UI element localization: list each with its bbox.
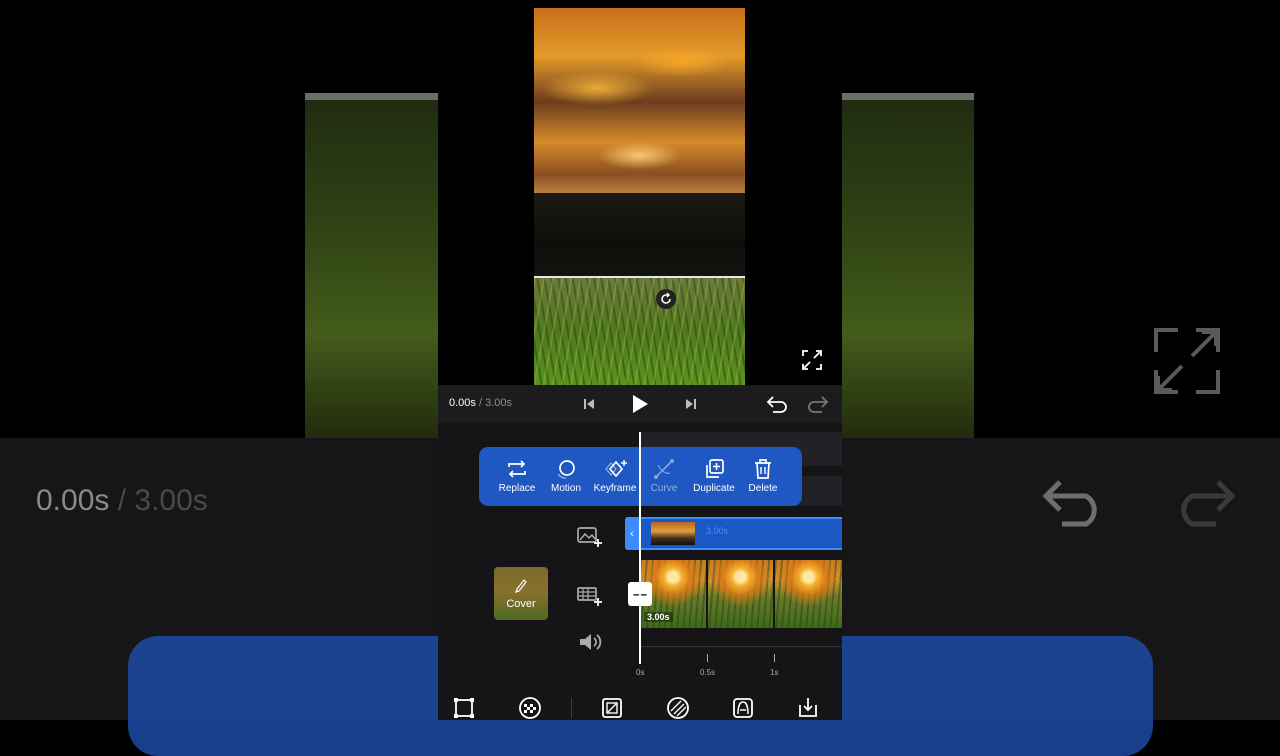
time-readout: 0.00s / 3.00s	[449, 397, 512, 409]
overlay-duration: 3.00s	[706, 526, 729, 536]
duplicate-button[interactable]: Duplicate	[689, 447, 739, 506]
cover-button[interactable]: Cover	[494, 567, 548, 620]
ruler-label-0s: 0s	[636, 668, 645, 677]
replace-icon	[508, 460, 526, 478]
fullscreen-icon[interactable]	[801, 349, 823, 371]
clip-duration: 3.00s	[644, 612, 673, 622]
clip-frame[interactable]	[775, 560, 842, 628]
crop-icon[interactable]	[452, 696, 476, 720]
ruler-tick	[707, 654, 708, 662]
chevron-left-icon: ‹	[630, 527, 634, 540]
motion-icon	[557, 460, 575, 479]
duplicate-icon	[706, 459, 724, 478]
overlay-trim-handle[interactable]: ‹	[625, 517, 639, 550]
volume-icon[interactable]	[578, 630, 604, 654]
pencil-icon	[515, 579, 527, 593]
time-ruler[interactable]	[640, 646, 842, 665]
replace-button[interactable]: Replace	[493, 447, 541, 506]
cover-label: Cover	[506, 598, 536, 610]
add-clip-icon[interactable]	[577, 584, 603, 608]
video-preview[interactable]	[534, 8, 745, 385]
ruler-label-1s: 1s	[770, 668, 779, 677]
ruler-label-05s: 0.5s	[700, 668, 716, 677]
curve-button[interactable]: Curve	[643, 447, 685, 506]
curve-icon	[654, 459, 674, 479]
blend-icon[interactable]	[666, 696, 690, 720]
background-redo-icon	[1181, 480, 1236, 527]
chroma-key-icon[interactable]	[731, 696, 755, 720]
delete-button[interactable]: Delete	[743, 447, 783, 506]
rotate-icon[interactable]	[656, 289, 676, 309]
playhead[interactable]	[639, 432, 641, 664]
background-undo-icon	[1042, 480, 1097, 527]
keyframe-button[interactable]: Keyframe	[591, 447, 639, 506]
opacity-icon[interactable]	[518, 696, 542, 720]
delete-icon	[755, 459, 771, 479]
treeline-image	[534, 193, 745, 276]
undo-icon[interactable]	[765, 394, 789, 414]
skip-previous-icon[interactable]	[582, 397, 596, 411]
clip-frame[interactable]	[708, 560, 773, 628]
skip-next-icon[interactable]	[684, 397, 698, 411]
background-time-readout: 0.00s / 3.00s	[36, 484, 208, 517]
play-icon[interactable]	[630, 394, 650, 414]
bottom-toolbar	[438, 690, 842, 720]
add-overlay-icon[interactable]	[577, 524, 603, 548]
import-icon[interactable]	[796, 696, 820, 720]
motion-button[interactable]: Motion	[545, 447, 587, 506]
ruler-tick	[774, 654, 775, 662]
background-fullscreen-icon	[1154, 328, 1220, 394]
redo-icon[interactable]	[806, 394, 830, 414]
background-blur-left	[305, 93, 438, 438]
overlay-thumbnail	[651, 522, 695, 545]
mask-icon[interactable]	[600, 696, 624, 720]
keyframe-icon	[605, 460, 627, 478]
toolbar-divider	[571, 698, 572, 718]
grass-overlay-image[interactable]	[534, 276, 745, 385]
background-blur-right	[842, 93, 974, 438]
